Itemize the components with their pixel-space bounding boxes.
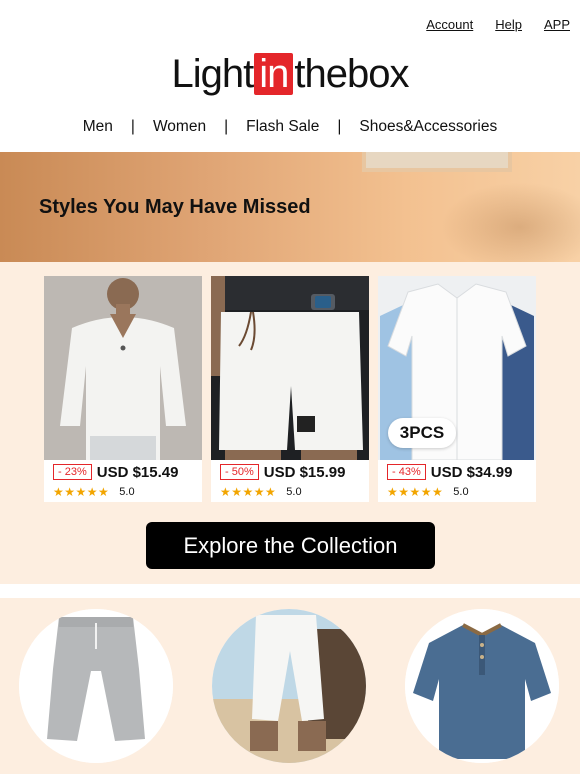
product-card[interactable]: - 23% USD $15.49 ★★★★★ 5.0 xyxy=(44,276,202,502)
nav-item-shoes-accessories[interactable]: Shoes&Accessories xyxy=(359,118,497,136)
top-links: Account Help APP xyxy=(426,17,570,32)
star-rating-icon: ★★★★★ xyxy=(387,485,444,499)
wall-frame-decoration xyxy=(362,152,512,172)
price-row: - 43% USD $34.99 xyxy=(378,460,536,482)
rating-value: 5.0 xyxy=(119,486,135,498)
category-circle[interactable] xyxy=(405,609,559,763)
explore-collection-button[interactable]: Explore the Collection xyxy=(146,522,435,569)
discount-badge: - 50% xyxy=(220,464,259,480)
logo-text-left: Light xyxy=(171,52,255,96)
pack-tag: 3PCS xyxy=(388,418,456,448)
nav-separator: | xyxy=(224,118,229,135)
rating-value: 5.0 xyxy=(286,486,302,498)
section-divider xyxy=(0,584,580,598)
price-row: - 50% USD $15.99 xyxy=(211,460,369,482)
app-link[interactable]: APP xyxy=(544,17,570,32)
hero-title: Styles You May Have Missed xyxy=(39,196,311,218)
logo-text-right: thebox xyxy=(294,52,409,96)
nav-item-men[interactable]: Men xyxy=(83,118,113,136)
rating-value: 5.0 xyxy=(453,486,469,498)
rating-row: ★★★★★ 5.0 xyxy=(44,482,202,502)
product-price: USD $34.99 xyxy=(430,463,513,481)
logo-box: in xyxy=(254,53,294,95)
discount-badge: - 43% xyxy=(387,464,426,480)
nav-separator: | xyxy=(130,118,135,135)
category-circle[interactable] xyxy=(19,609,173,763)
product-image[interactable] xyxy=(44,276,202,460)
discount-badge: - 23% xyxy=(53,464,92,480)
nav-item-flash-sale[interactable]: Flash Sale xyxy=(246,118,319,136)
rating-row: ★★★★★ 5.0 xyxy=(211,482,369,502)
product-image[interactable]: 3PCS xyxy=(378,276,536,460)
logo[interactable]: Light in thebox xyxy=(0,52,580,96)
category-circle[interactable] xyxy=(212,609,366,763)
product-price: USD $15.99 xyxy=(263,463,346,481)
account-link[interactable]: Account xyxy=(426,17,473,32)
main-nav: Men | Women | Flash Sale | Shoes&Accesso… xyxy=(0,118,580,136)
product-card[interactable]: - 50% USD $15.99 ★★★★★ 5.0 xyxy=(211,276,369,502)
nav-item-women[interactable]: Women xyxy=(153,118,206,136)
product-image[interactable] xyxy=(211,276,369,460)
leaf-shadow-decoration xyxy=(440,182,580,262)
rating-row: ★★★★★ 5.0 xyxy=(378,482,536,502)
star-rating-icon: ★★★★★ xyxy=(53,485,110,499)
help-link[interactable]: Help xyxy=(495,17,522,32)
product-price: USD $15.49 xyxy=(96,463,179,481)
star-rating-icon: ★★★★★ xyxy=(220,485,277,499)
nav-separator: | xyxy=(337,118,342,135)
price-row: - 23% USD $15.49 xyxy=(44,460,202,482)
product-card[interactable]: 3PCS - 43% USD $34.99 ★★★★★ 5.0 xyxy=(378,276,536,502)
